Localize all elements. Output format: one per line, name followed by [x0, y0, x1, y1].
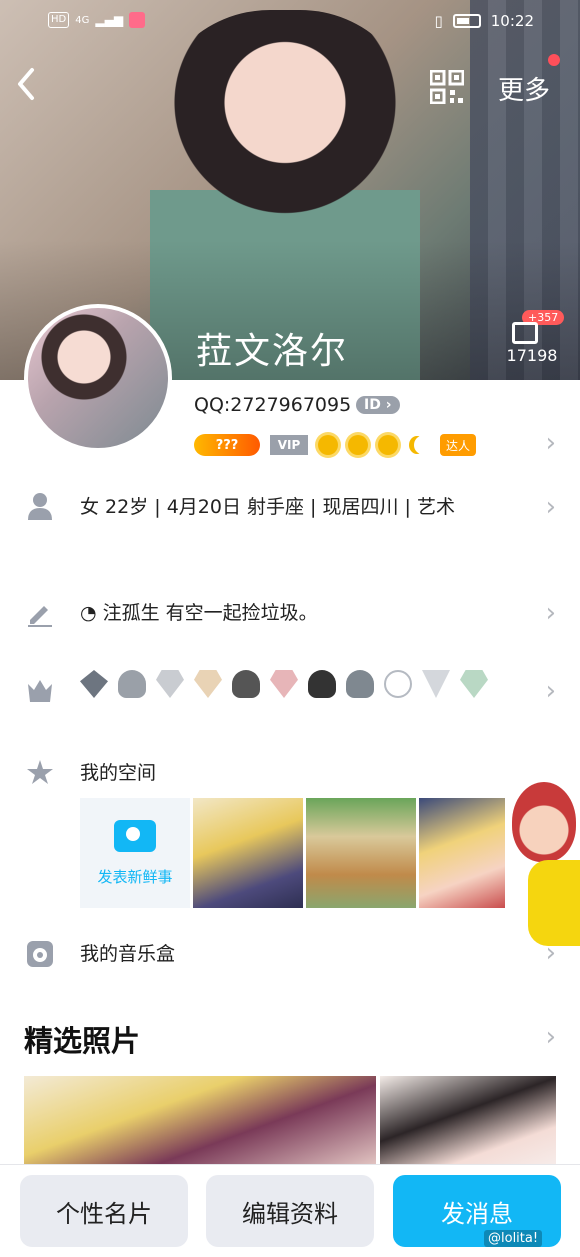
star-space-icon — [27, 760, 53, 784]
edit-profile-button[interactable]: 编辑资料 — [206, 1175, 374, 1247]
signal-label: 4G — [75, 14, 90, 26]
medal-icon — [384, 670, 412, 698]
sun-level-icon — [348, 435, 368, 455]
medal-icon — [156, 670, 184, 698]
id-badge-label: ID — [364, 397, 381, 413]
space-photo[interactable] — [306, 798, 416, 908]
music-title[interactable]: 我的音乐盒 — [80, 937, 175, 971]
vip-badge: VIP — [270, 435, 308, 455]
chevron-right-icon[interactable]: › — [546, 1022, 556, 1052]
medal-icon — [270, 670, 298, 698]
vibrate-icon: ▯ — [434, 12, 443, 30]
moon-level-icon — [414, 436, 430, 454]
signature-row[interactable]: ◔ 注孤生 有空一起捡垃圾。 — [80, 596, 318, 630]
crown-icon — [28, 680, 52, 702]
person-icon — [28, 493, 52, 520]
app-notification-icon — [129, 12, 146, 28]
medal-icon — [422, 670, 450, 698]
photos-title: 精选照片 — [24, 1024, 141, 1058]
sun-level-icon — [318, 435, 338, 455]
space-photo[interactable] — [193, 798, 303, 908]
notification-dot — [548, 54, 560, 66]
music-box-icon — [27, 941, 53, 967]
sun-level-icon — [378, 435, 398, 455]
featured-photo[interactable] — [380, 1076, 556, 1176]
likes-count: 17198 — [506, 346, 558, 365]
photo-strip — [24, 1076, 556, 1176]
camera-icon — [114, 819, 156, 852]
daren-badge: 达人 — [440, 434, 477, 456]
post-button[interactable]: 发表新鲜事 — [80, 798, 190, 908]
space-strip: 发表新鲜事 — [80, 798, 505, 908]
network-label: HD — [48, 12, 70, 28]
sticker-head — [512, 782, 576, 862]
badge-row[interactable]: ??? VIP 达人 — [194, 432, 477, 458]
watermark: @lolita! — [484, 1230, 543, 1247]
coin-badge: ??? — [194, 434, 260, 456]
medal-icon — [118, 670, 146, 698]
status-left: HD 4G ▂▄▆ — [48, 12, 146, 28]
battery-icon — [452, 14, 481, 28]
floating-avatar-sticker[interactable] — [506, 772, 580, 948]
signature-text: 注孤生 有空一起捡垃圾。 — [102, 602, 318, 624]
qr-code-icon — [429, 69, 465, 105]
signal-icon: ▂▄▆ — [95, 13, 124, 27]
space-photo[interactable] — [419, 798, 505, 908]
status-right: ▯ 10:22 — [435, 12, 535, 30]
id-badge[interactable]: ID › — [356, 396, 400, 414]
like-icon — [512, 322, 538, 344]
medal-icon — [232, 670, 260, 698]
medal-row[interactable] — [80, 670, 488, 698]
chevron-right-icon[interactable]: › — [546, 676, 556, 706]
space-title[interactable]: 我的空间 — [80, 756, 156, 790]
profile-card-button[interactable]: 个性名片 — [20, 1175, 188, 1247]
clock: 10:22 — [490, 12, 534, 30]
nickname: 菈文洛尔 — [196, 331, 349, 372]
medal-icon — [460, 670, 488, 698]
post-label: 发表新鲜事 — [97, 867, 173, 886]
basic-info: 女 22岁 | 4月20日 射手座 | 现居四川 | 艺术 — [80, 496, 455, 518]
more-button[interactable]: 更多 — [498, 70, 550, 107]
avatar[interactable] — [24, 304, 172, 452]
chevron-right-icon[interactable]: › — [546, 492, 556, 522]
chevron-right-icon[interactable]: › — [546, 598, 556, 628]
chevron-left-icon — [18, 68, 34, 100]
medal-icon — [80, 670, 108, 698]
medal-icon — [308, 670, 336, 698]
pencil-icon — [28, 606, 52, 627]
back-button[interactable] — [14, 66, 50, 106]
medal-icon — [346, 670, 374, 698]
featured-photo[interactable] — [24, 1076, 376, 1176]
status-bar: HD 4G ▂▄▆ ▯ 10:22 — [0, 8, 580, 36]
qr-code-button[interactable] — [429, 69, 465, 105]
medal-icon — [194, 670, 222, 698]
signature-icon: ◔ — [80, 602, 103, 624]
sticker-body — [528, 860, 580, 946]
chevron-right-icon[interactable]: › — [546, 428, 556, 458]
qq-number: QQ:2727967095 — [194, 394, 352, 416]
chevron-right-icon[interactable]: › — [546, 938, 556, 968]
likes-button[interactable]: +357 17198 — [504, 310, 565, 370]
